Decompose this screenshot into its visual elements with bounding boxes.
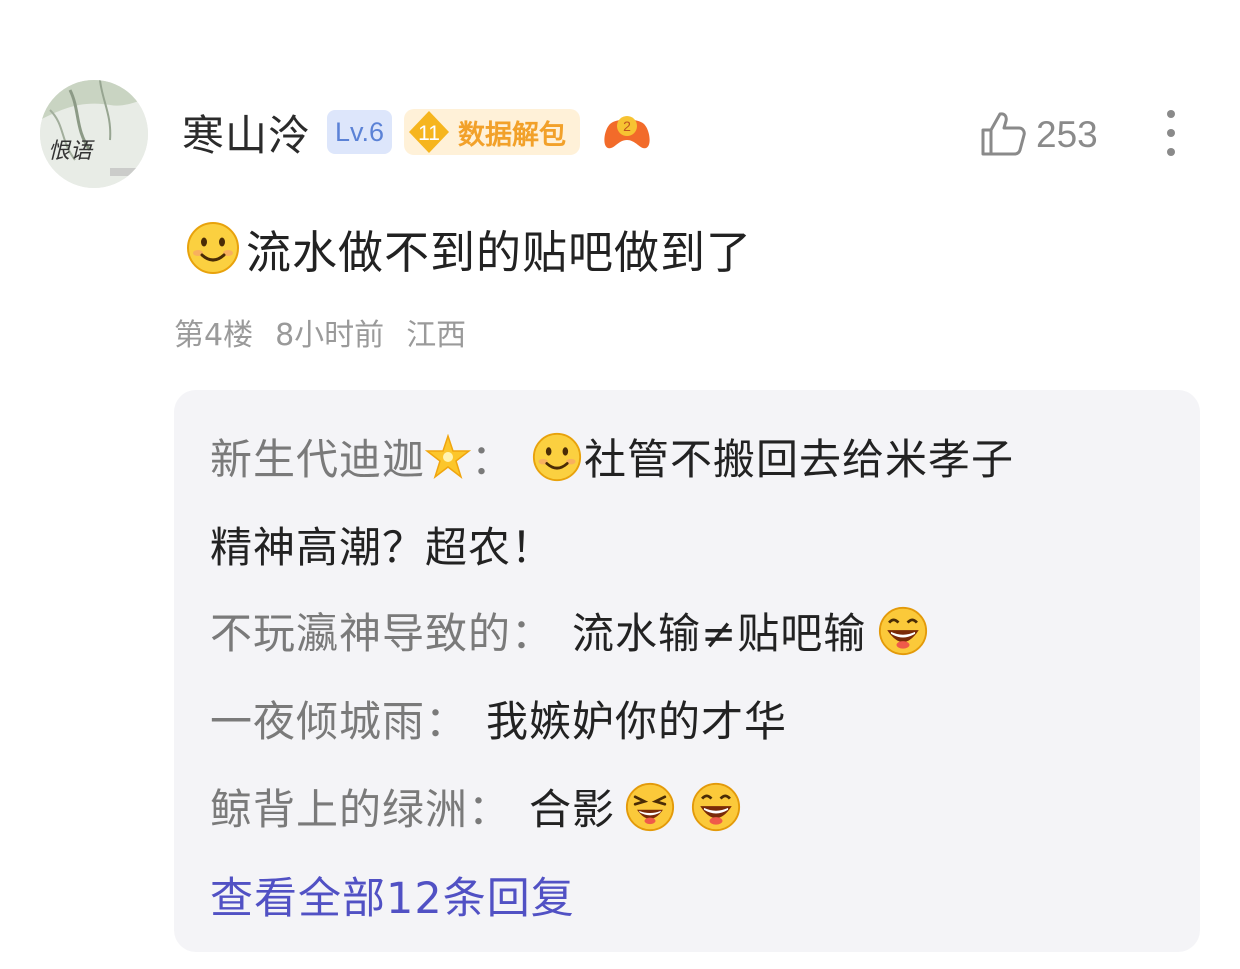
view-all-replies-link[interactable]: 查看全部12条回复 xyxy=(210,864,575,926)
game-controller-icon: 2 xyxy=(602,112,652,152)
reply-separator: ： xyxy=(511,609,555,658)
reply-text: 社管不搬回去给米孝子 xyxy=(584,435,1015,484)
smile-emoji xyxy=(532,432,582,482)
laugh-emoji xyxy=(625,782,675,832)
level-badge: Lv.6 xyxy=(327,110,393,154)
reply-author[interactable]: 一夜倾城雨 xyxy=(210,688,425,749)
reply-author[interactable]: 不玩瀛神导致的 xyxy=(210,600,511,661)
reply-separator: ： xyxy=(471,435,515,484)
floor-number: 第4楼 xyxy=(174,318,254,353)
reply-separator: ： xyxy=(425,697,469,746)
grin-emoji xyxy=(878,606,928,656)
reply-author[interactable]: 新生代迪迦 xyxy=(210,426,425,487)
post-location: 江西 xyxy=(406,318,467,353)
reply-text-continued: 精神高潮？超农！ xyxy=(210,514,554,575)
reply-item[interactable]: 新生代迪迦 ： 社管不搬回去给米孝子 xyxy=(210,426,1014,487)
reply-item[interactable]: 不玩瀛神导致的 ： 流水输≠贴吧输 xyxy=(210,600,928,661)
post-text: 流水做不到的贴吧做到了 xyxy=(246,225,753,279)
reply-author[interactable]: 鲸背上的绿洲 xyxy=(210,776,468,837)
like-count: 253 xyxy=(1036,114,1098,155)
fan-badge-label: 数据解包 xyxy=(458,119,567,151)
smile-emoji xyxy=(186,221,240,275)
username[interactable]: 寒山泠 xyxy=(182,102,311,163)
avatar-caption: 恨语 xyxy=(48,139,95,164)
reply-item[interactable]: 鲸背上的绿洲 ： 合影 xyxy=(210,776,741,837)
reply-separator: ： xyxy=(468,785,512,834)
more-options-button[interactable] xyxy=(1152,108,1192,158)
avatar[interactable]: 恨语 xyxy=(40,80,148,188)
post-content: 流水做不到的贴吧做到了 xyxy=(186,218,753,279)
post-meta: 第4楼 8小时前 江西 xyxy=(174,310,488,354)
star-emoji xyxy=(424,433,472,480)
reply-box[interactable]: 新生代迪迦 ： 社管不搬回去给米孝子 精神高潮？超农！ 不玩瀛神导致的 ： 流水… xyxy=(174,390,1200,952)
fan-badge[interactable]: 11 数据解包 xyxy=(404,109,581,155)
avatar-image: 恨语 xyxy=(40,80,148,188)
like-button[interactable]: 253 xyxy=(978,108,1098,162)
author-row: 寒山泠 Lv.6 11 数据解包 2 xyxy=(182,104,652,160)
reply-text: 我嫉妒你的才华 xyxy=(486,697,788,746)
fan-level-icon: 11 xyxy=(404,109,454,155)
fan-level-number: 11 xyxy=(418,122,440,145)
grin-emoji xyxy=(691,782,741,832)
reply-text: 精神高潮？超农！ xyxy=(210,523,555,572)
post-time: 8小时前 xyxy=(275,318,385,353)
reply-text: 合影 xyxy=(529,785,616,834)
reply-item[interactable]: 一夜倾城雨 ： 我嫉妒你的才华 xyxy=(210,688,787,749)
svg-text:2: 2 xyxy=(623,118,631,134)
thumbs-up-icon xyxy=(978,108,1028,162)
reply-text: 流水输≠贴吧输 xyxy=(572,609,867,658)
